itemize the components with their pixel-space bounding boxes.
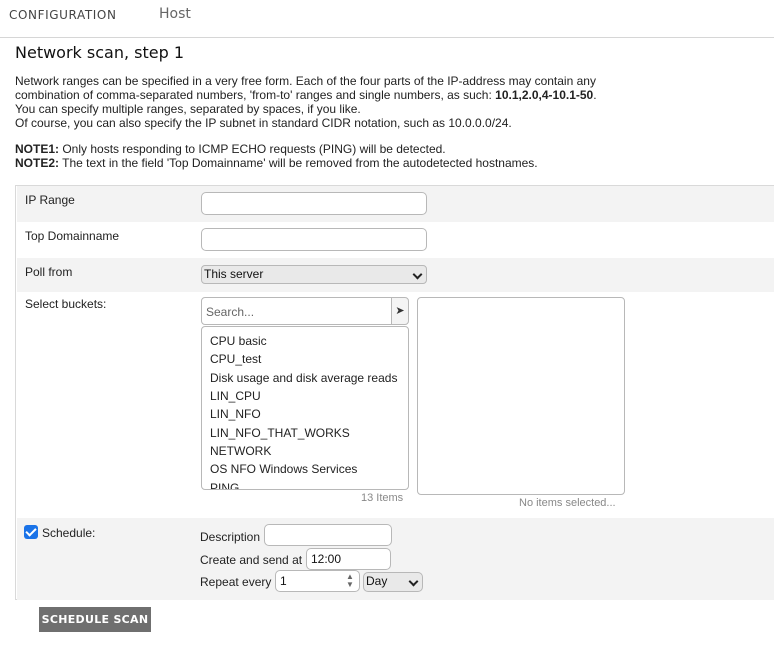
list-item[interactable]: LIN_CPU: [210, 389, 261, 403]
no-items-selected-text: No items selected...: [519, 497, 616, 509]
ip-range-label: IP Range: [25, 193, 75, 207]
scan-form: IP Range Top Domainname Poll from This s…: [15, 185, 774, 600]
schedule-scan-button[interactable]: SCHEDULE SCAN: [39, 607, 151, 632]
stepper-icon[interactable]: ▲ ▼: [345, 573, 355, 589]
arrow-right-icon[interactable]: ➤: [391, 297, 409, 325]
poll-from-select[interactable]: This server: [201, 265, 427, 284]
list-item[interactable]: CPU basic: [210, 334, 267, 348]
list-item[interactable]: NETWORK: [210, 444, 271, 458]
chevron-down-icon: [408, 576, 419, 587]
description-label: Description: [200, 530, 261, 544]
chevron-down-icon: [412, 269, 423, 280]
selected-buckets-list[interactable]: [417, 297, 625, 495]
list-item[interactable]: LIN_NFO: [210, 407, 261, 421]
example-range: 10.1,2.0,4-10.1-50: [495, 88, 594, 102]
list-item[interactable]: OS NFO Windows Services: [210, 462, 357, 476]
note-2: NOTE2: The text in the field 'Top Domain…: [15, 156, 538, 170]
schedule-checkbox[interactable]: [24, 525, 38, 539]
bucket-list[interactable]: CPU basic CPU_test Disk usage and disk a…: [201, 326, 409, 490]
description-line-3: You can specify multiple ranges, separat…: [15, 102, 361, 116]
buckets-label: Select buckets:: [25, 297, 107, 311]
page-title: Network scan, step 1: [15, 43, 185, 62]
repeat-unit-select[interactable]: Day: [363, 572, 423, 592]
bucket-count: 13 Items: [361, 492, 404, 504]
description-line-4: Of course, you can also specify the IP s…: [15, 116, 512, 130]
schedule-label: Schedule:: [42, 526, 96, 540]
repeat-number-input[interactable]: 1 ▲ ▼: [275, 570, 360, 592]
tab-host[interactable]: Host: [159, 6, 191, 22]
list-item[interactable]: LIN_NFO_THAT_WORKS: [210, 426, 350, 440]
bucket-search-input[interactable]: Search...: [201, 297, 392, 325]
repeat-label: Repeat every: [200, 575, 272, 589]
breadcrumb-configuration[interactable]: CONFIGURATION: [9, 8, 117, 22]
create-send-label: Create and send at: [200, 553, 303, 567]
ip-range-input[interactable]: [201, 192, 427, 215]
description-line-2: combination of comma-separated numbers, …: [15, 88, 597, 102]
note-1: NOTE1: Only hosts responding to ICMP ECH…: [15, 142, 446, 156]
create-send-time-input[interactable]: 12:00: [306, 548, 391, 570]
list-item[interactable]: PING: [210, 481, 239, 489]
list-item[interactable]: Disk usage and disk average reads: [210, 371, 397, 385]
description-input[interactable]: [264, 524, 392, 546]
top-domain-input[interactable]: [201, 228, 427, 251]
description-line-1: Network ranges can be specified in a ver…: [15, 74, 596, 88]
list-item[interactable]: CPU_test: [210, 352, 261, 366]
top-bar: CONFIGURATION Host: [0, 0, 774, 38]
poll-from-label: Poll from: [25, 265, 73, 279]
top-domain-label: Top Domainname: [25, 229, 120, 243]
